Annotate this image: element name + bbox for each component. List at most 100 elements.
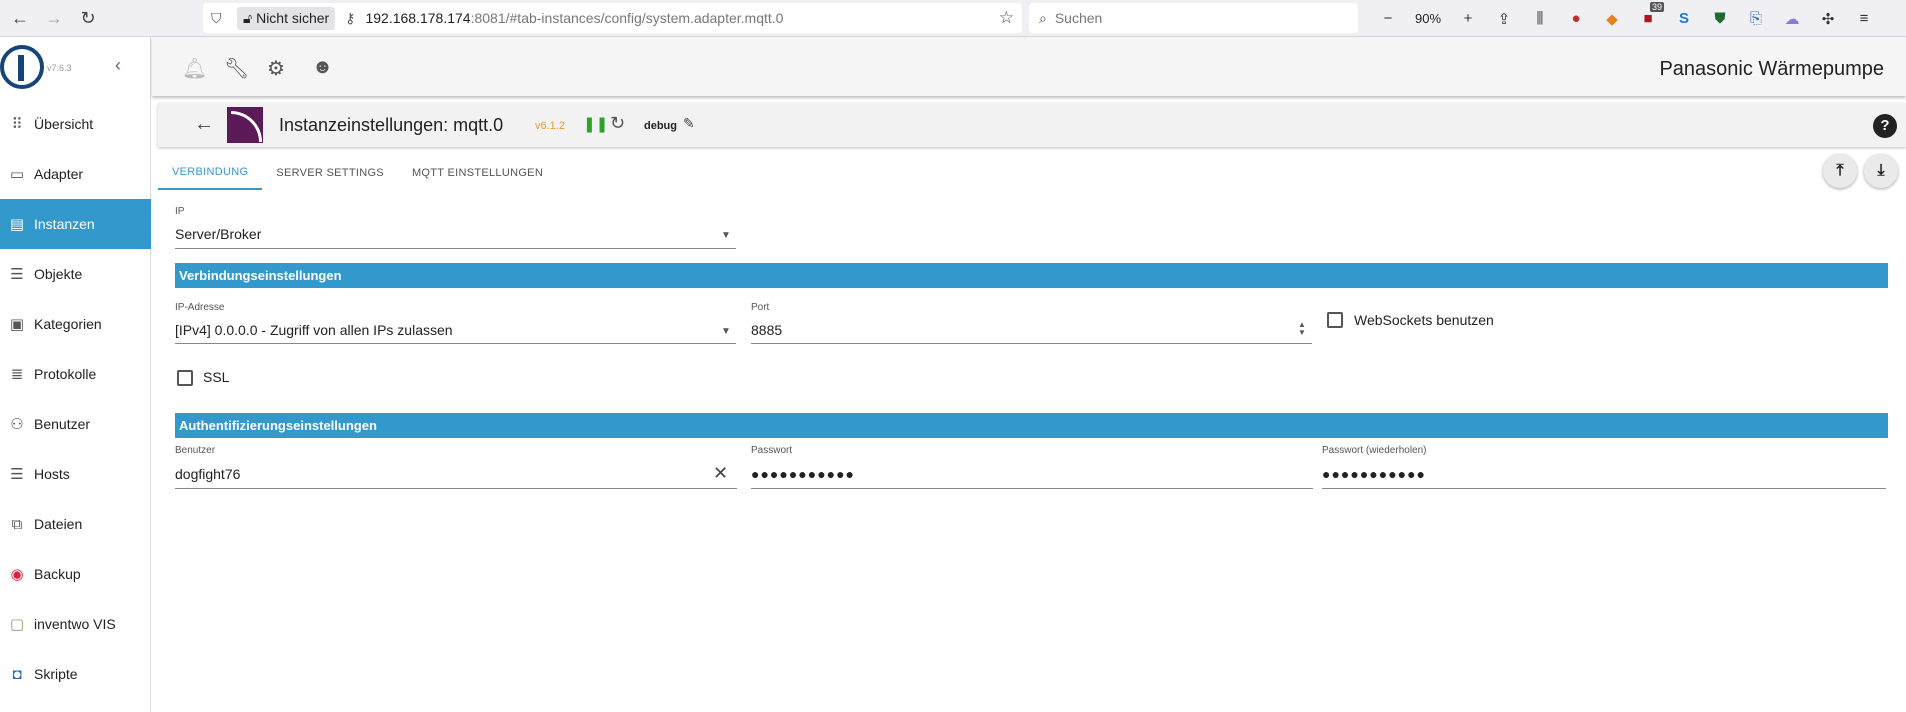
- dropdown-arrow-icon[interactable]: ▼: [721, 230, 731, 241]
- forward-icon[interactable]: →: [40, 4, 68, 32]
- ublock-badge: 39: [1650, 2, 1665, 12]
- zoom-level[interactable]: 90%: [1406, 11, 1450, 26]
- ssl-label: SSL: [203, 369, 230, 385]
- ip-address-underline: [175, 343, 736, 344]
- user-icon: ⚇: [10, 416, 24, 433]
- gear-icon[interactable]: ⚙: [267, 56, 285, 81]
- page-title: Panasonic Wärmepumpe: [1659, 58, 1884, 80]
- port-input[interactable]: 8885: [751, 322, 782, 338]
- sidebar-nav: ⠿ Übersicht ▭ Adapter ▤ Instanzen ☰ Objekte …: [0, 99, 151, 699]
- files-icon: ⧉: [11, 515, 23, 533]
- sidebar-item-logs[interactable]: ≣ Protokolle: [0, 349, 151, 399]
- extension-cloud-icon[interactable]: ☁: [1774, 0, 1810, 37]
- menu-icon[interactable]: ≡: [1846, 0, 1882, 37]
- port-label: Port: [751, 302, 770, 313]
- ip-address-label: IP-Adresse: [175, 302, 225, 313]
- sidebar-item-adapter[interactable]: ▭ Adapter: [0, 149, 151, 199]
- extension-s-icon[interactable]: S: [1666, 0, 1702, 37]
- categories-icon: ▣: [9, 316, 25, 333]
- pause-icon[interactable]: ❚❚: [583, 115, 608, 133]
- sidebar-item-hosts[interactable]: ☰ Hosts: [0, 449, 151, 499]
- browser-search-input[interactable]: ⌕ Suchen: [1029, 3, 1358, 33]
- password-repeat-input[interactable]: ●●●●●●●●●●●: [1322, 466, 1426, 482]
- back-arrow-icon[interactable]: ←: [194, 113, 214, 136]
- bookmark-star-icon[interactable]: ☆: [999, 8, 1014, 28]
- sidebar-item-inventwo[interactable]: ▢ inventwo VIS: [0, 599, 151, 649]
- pocket-icon[interactable]: ⇪: [1486, 0, 1522, 37]
- tab-mqtt-einstellungen[interactable]: MQTT EINSTELLUNGEN: [398, 155, 557, 190]
- port-underline: [751, 343, 1312, 344]
- sidebar-item-users[interactable]: ⚇ Benutzer: [0, 399, 151, 449]
- scripts-icon: ◘: [12, 665, 22, 683]
- websockets-label: WebSockets benutzen: [1354, 312, 1494, 328]
- upload-icon[interactable]: ⤒: [1823, 154, 1857, 188]
- sidebar-item-categories[interactable]: ▣ Kategorien: [0, 299, 151, 349]
- shield-icon[interactable]: ⛉: [211, 10, 229, 27]
- library-icon[interactable]: ⫼: [1522, 0, 1558, 37]
- list-icon: ☰: [10, 266, 24, 283]
- sidebar-item-backup[interactable]: ◉ Backup: [0, 549, 151, 599]
- ublock-icon[interactable]: ■ 39: [1630, 0, 1666, 37]
- expert-mode-icon[interactable]: ☻: [312, 56, 333, 79]
- backup-icon: ◉: [10, 566, 24, 583]
- bell-icon[interactable]: 🔔︎: [182, 56, 207, 81]
- help-icon[interactable]: ?: [1873, 114, 1897, 138]
- ssl-checkbox[interactable]: [177, 370, 193, 386]
- security-badge[interactable]: 🔓︎ Nicht sicher: [237, 6, 336, 30]
- tab-server-settings[interactable]: SERVER SETTINGS: [262, 155, 398, 190]
- user-underline: [175, 488, 737, 489]
- ip-address-select[interactable]: [IPv4] 0.0.0.0 - Zugriff von allen IPs z…: [175, 322, 453, 338]
- key-icon[interactable]: ⚷: [345, 10, 355, 27]
- sidebar-item-scripts[interactable]: ◘ Skripte: [0, 649, 151, 699]
- log-icon: ≣: [10, 366, 24, 383]
- sidebar-item-objects[interactable]: ☰ Objekte: [0, 249, 151, 299]
- url-bar[interactable]: ⛉ 🔓︎ Nicht sicher ⚷ 192.168.178.174:8081/…: [203, 3, 1022, 33]
- port-stepper-icon[interactable]: ▲ ▼: [1298, 321, 1306, 337]
- password-underline: [751, 488, 1313, 489]
- password-input[interactable]: ●●●●●●●●●●●: [751, 466, 855, 482]
- extension-doc-icon[interactable]: ⎘: [1738, 0, 1774, 37]
- wrench-icon[interactable]: 🔧︎: [224, 56, 249, 81]
- reload-icon[interactable]: ↻: [74, 4, 102, 32]
- restart-icon[interactable]: ↻: [610, 113, 625, 134]
- section-connection: Verbindungseinstellungen: [175, 263, 1888, 288]
- extension-shield-icon[interactable]: ⛊: [1702, 0, 1738, 37]
- mqtt-adapter-logo: [227, 107, 263, 143]
- password-repeat-underline: [1322, 488, 1886, 489]
- ip-underline: [175, 248, 736, 249]
- extensions-icon[interactable]: ✣: [1810, 0, 1846, 37]
- edit-pencil-icon[interactable]: ✎: [683, 115, 695, 132]
- sidebar: v7.6.3 ‹ ⠿ Übersicht ▭ Adapter ▤ Instanzen …: [0, 37, 151, 712]
- collapse-sidebar-icon[interactable]: ‹: [115, 55, 121, 76]
- browser-extension-icons: − 90% + ⇪ ⫼ ● ◆ ■ 39 S ⛊ ⎘ ☁ ✣ ≡: [1370, 0, 1882, 37]
- tab-verbindung[interactable]: VERBINDUNG: [158, 155, 263, 190]
- sidebar-item-overview[interactable]: ⠿ Übersicht: [0, 99, 151, 149]
- ip-label: IP: [175, 206, 185, 217]
- app-header: 🔔︎ 🔧︎ ⚙ ☻ Panasonic Wärmepumpe: [152, 37, 1906, 96]
- inventwo-icon: ▢: [9, 616, 25, 633]
- download-icon[interactable]: ⤓: [1864, 154, 1898, 188]
- sidebar-item-files[interactable]: ⧉ Dateien: [0, 499, 151, 549]
- url-text[interactable]: 192.168.178.174:8081/#tab-instances/conf…: [365, 10, 783, 26]
- instances-icon: ▤: [9, 216, 25, 233]
- log-level[interactable]: debug: [644, 120, 677, 132]
- password-label: Passwort: [751, 445, 793, 456]
- iobroker-logo[interactable]: [0, 45, 44, 89]
- dropdown-arrow-icon[interactable]: ▼: [721, 326, 731, 337]
- lock-warning-icon: 🔓︎: [243, 9, 253, 26]
- app-version: v7.6.3: [47, 63, 72, 73]
- ip-select[interactable]: Server/Broker: [175, 226, 261, 242]
- instance-version: v6.1.2: [535, 120, 565, 132]
- sidebar-item-instances[interactable]: ▤ Instanzen: [0, 199, 151, 249]
- websockets-checkbox[interactable]: [1327, 312, 1343, 328]
- metamask-icon[interactable]: ◆: [1594, 0, 1630, 37]
- hosts-icon: ☰: [10, 466, 24, 483]
- zoom-out-icon[interactable]: −: [1370, 0, 1406, 37]
- back-icon[interactable]: ←: [6, 4, 34, 32]
- zoom-in-icon[interactable]: +: [1450, 0, 1486, 37]
- clear-icon[interactable]: ✕: [713, 463, 728, 484]
- user-input[interactable]: dogfight76: [175, 466, 240, 482]
- extension-red-icon[interactable]: ●: [1558, 0, 1594, 37]
- config-tabs: VERBINDUNG SERVER SETTINGS MQTT EINSTELL…: [158, 155, 557, 190]
- password-repeat-label: Passwort (wiederholen): [1322, 445, 1427, 456]
